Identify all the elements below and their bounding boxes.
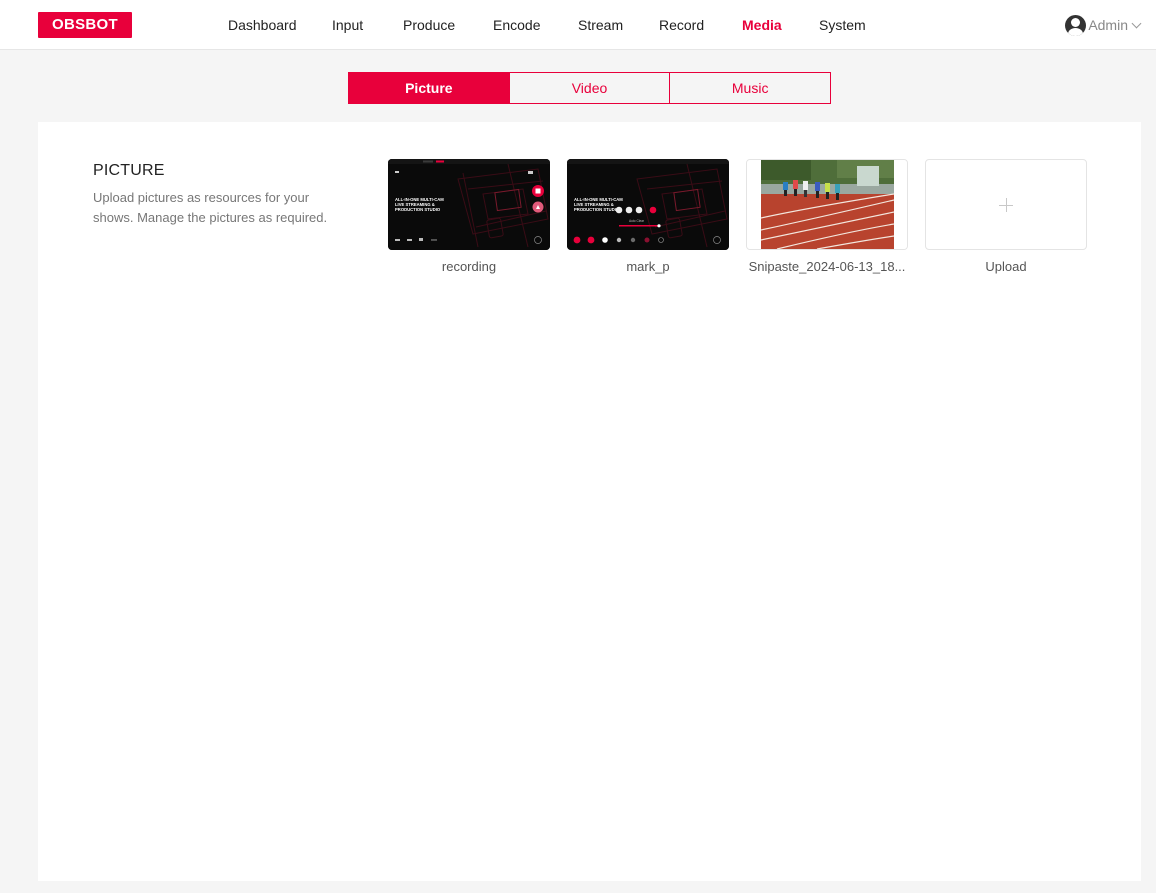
tab-music[interactable]: Music (670, 73, 830, 103)
nav-produce[interactable]: Produce (403, 0, 455, 50)
tab-picture[interactable]: Picture (349, 73, 510, 103)
picture-card-snipaste[interactable]: Snipaste_2024-06-13_18... (746, 159, 908, 274)
media-tabs: Picture Video Music (348, 72, 831, 104)
recording-thumbnail-image: ALL-IN-ONE MULTI-CAM LIVE STREAMING & PR… (388, 159, 550, 250)
thumbnail-caption-line: PRODUCTION STUDIO (574, 207, 620, 212)
picture-thumbnail[interactable]: ALL-IN-ONE MULTI-CAM LIVE STREAMING & PR… (567, 159, 729, 250)
top-navbar: OBSBOT Dashboard Input Produce Encode St… (0, 0, 1156, 50)
upload-card[interactable]: Upload (925, 159, 1087, 274)
picture-name: mark_p (626, 259, 670, 274)
nav-encode[interactable]: Encode (493, 0, 540, 50)
picture-panel: PICTURE Upload pictures as resources for… (38, 122, 1141, 881)
running-track-thumbnail-image (747, 160, 907, 249)
nav-record[interactable]: Record (659, 0, 704, 50)
nav-input[interactable]: Input (332, 0, 363, 50)
section-title: PICTURE (93, 162, 165, 179)
tab-video[interactable]: Video (510, 73, 671, 103)
picture-thumbnail[interactable] (746, 159, 908, 250)
upload-button[interactable] (925, 159, 1087, 250)
user-avatar-icon (1065, 14, 1087, 36)
nav-stream[interactable]: Stream (578, 0, 623, 50)
user-name: Admin (1088, 17, 1128, 33)
obsbot-logo[interactable]: OBSBOT (38, 12, 132, 38)
thumbnail-caption-line: PRODUCTION STUDIO (395, 207, 441, 212)
picture-name: Snipaste_2024-06-13_18... (748, 259, 906, 274)
picture-card-recording[interactable]: ALL-IN-ONE MULTI-CAM LIVE STREAMING & PR… (388, 159, 550, 274)
plus-icon (926, 160, 1086, 249)
user-menu[interactable]: Admin (1065, 14, 1142, 36)
nav-system[interactable]: System (819, 0, 866, 50)
nav-media[interactable]: Media (742, 0, 782, 50)
upload-label: Upload (985, 259, 1027, 274)
picture-thumbnail[interactable]: ALL-IN-ONE MULTI-CAM LIVE STREAMING & PR… (388, 159, 550, 250)
picture-name: recording (441, 259, 497, 274)
nav-dashboard[interactable]: Dashboard (228, 0, 297, 50)
mark-p-thumbnail-image: ALL-IN-ONE MULTI-CAM LIVE STREAMING & PR… (567, 159, 729, 250)
thumbnail-caption-line: Auto Clear (629, 219, 645, 223)
chevron-down-icon (1131, 18, 1142, 28)
section-description: Upload pictures as resources for your sh… (93, 190, 328, 225)
picture-card-mark-p[interactable]: ALL-IN-ONE MULTI-CAM LIVE STREAMING & PR… (567, 159, 729, 274)
